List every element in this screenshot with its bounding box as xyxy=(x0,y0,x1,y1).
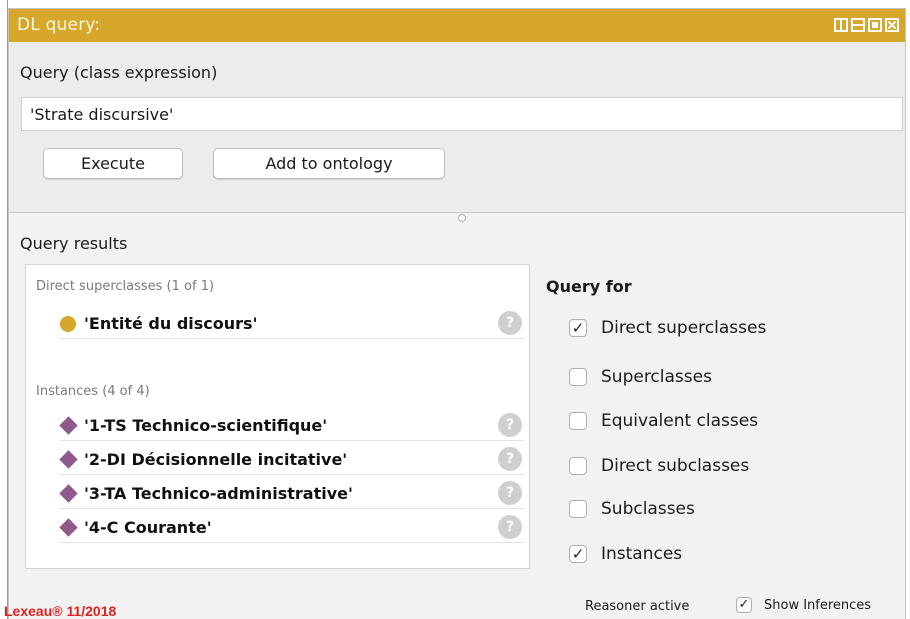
results-list: Direct superclasses (1 of 1) 'Entité du … xyxy=(25,264,530,569)
splitter-handle[interactable] xyxy=(458,214,466,222)
title-bar: DL query: xyxy=(9,9,905,42)
split-vertical-icon[interactable] xyxy=(834,18,848,32)
execute-button[interactable]: Execute xyxy=(43,148,183,179)
result-row-instance[interactable]: '3-TA Technico-administrative' ? xyxy=(59,479,524,509)
dl-query-panel: DL query: Query (class expression) Execu… xyxy=(8,8,906,619)
checkbox[interactable] xyxy=(569,368,587,386)
option-label: Direct superclasses xyxy=(601,318,767,338)
option-label: Direct subclasses xyxy=(601,456,750,476)
close-icon[interactable] xyxy=(885,18,899,32)
help-icon[interactable]: ? xyxy=(498,481,522,505)
help-icon[interactable]: ? xyxy=(498,515,522,539)
checkbox[interactable]: ✓ xyxy=(569,545,587,563)
checkbox[interactable]: ✓ xyxy=(569,319,587,337)
maximize-icon[interactable] xyxy=(868,18,882,32)
window-controls xyxy=(834,18,899,32)
direct-superclasses-group-label: Direct superclasses (1 of 1) xyxy=(36,279,215,294)
checkbox[interactable] xyxy=(569,457,587,475)
individual-diamond-icon xyxy=(59,450,78,469)
reasoner-status: Reasoner active xyxy=(585,599,690,614)
help-icon[interactable]: ? xyxy=(498,311,522,335)
help-icon[interactable]: ? xyxy=(498,413,522,437)
option-label: Equivalent classes xyxy=(601,411,759,431)
left-edge-strip xyxy=(0,0,8,619)
result-row-superclass[interactable]: 'Entité du discours' ? xyxy=(60,309,524,339)
result-label: '2-DI Décisionnelle incitative' xyxy=(84,450,348,469)
checkbox[interactable] xyxy=(569,412,587,430)
checkbox[interactable] xyxy=(569,500,587,518)
split-horizontal-icon[interactable] xyxy=(851,18,865,32)
add-to-ontology-button[interactable]: Add to ontology xyxy=(213,148,445,179)
query-results-label: Query results xyxy=(20,234,128,253)
class-expression-input[interactable] xyxy=(21,97,903,131)
query-label: Query (class expression) xyxy=(20,63,218,82)
individual-diamond-icon xyxy=(59,518,78,537)
option-label: Superclasses xyxy=(601,367,712,387)
result-row-instance[interactable]: '4-C Courante' ? xyxy=(59,513,524,543)
result-row-instance[interactable]: '2-DI Décisionnelle incitative' ? xyxy=(59,445,524,475)
result-label: '4-C Courante' xyxy=(84,518,212,537)
help-icon[interactable]: ? xyxy=(498,447,522,471)
result-row-instance[interactable]: '1-TS Technico-scientifique' ? xyxy=(59,411,524,441)
query-for-title: Query for xyxy=(546,277,632,296)
result-label: '3-TA Technico-administrative' xyxy=(84,484,353,503)
class-circle-icon xyxy=(60,316,76,332)
option-label: Subclasses xyxy=(601,499,695,519)
show-inferences-label: Show Inferences xyxy=(764,598,872,613)
panel-title: DL query: xyxy=(17,15,101,35)
result-label: 'Entité du discours' xyxy=(84,314,258,333)
result-label: '1-TS Technico-scientifique' xyxy=(84,416,328,435)
individual-diamond-icon xyxy=(59,484,78,503)
individual-diamond-icon xyxy=(59,416,78,435)
watermark-text: Lexeau® 11/2018 xyxy=(4,603,117,619)
option-label: Instances xyxy=(601,544,683,564)
instances-group-label: Instances (4 of 4) xyxy=(36,384,150,399)
checkbox[interactable]: ✓ xyxy=(736,597,752,613)
